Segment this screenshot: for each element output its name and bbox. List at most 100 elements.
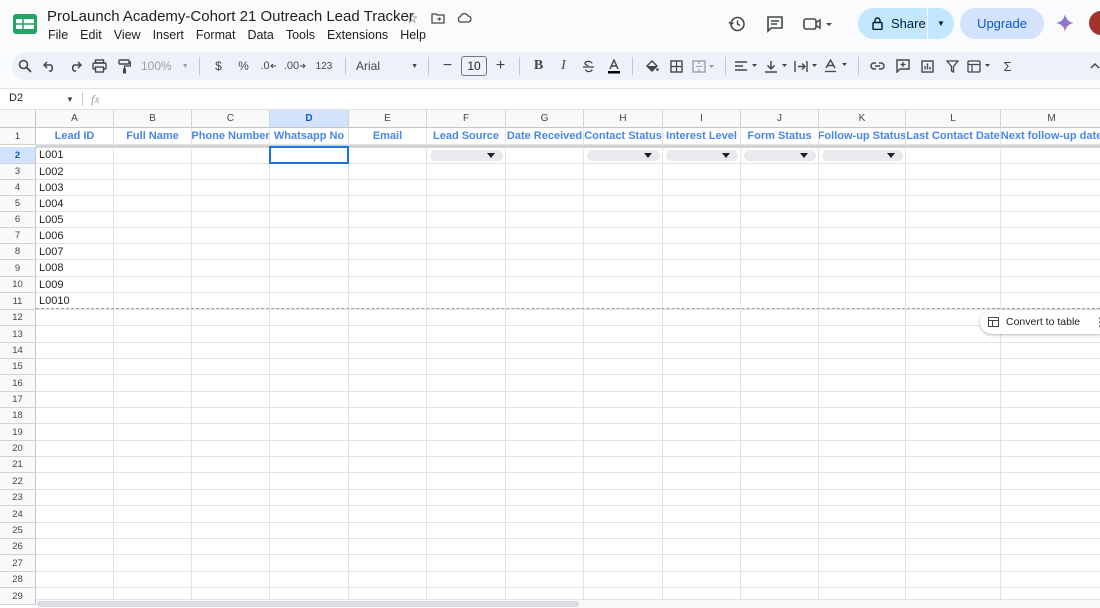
cell-g4[interactable] [506,180,584,196]
cell-j24[interactable] [741,506,819,523]
cell-k7[interactable] [819,228,906,244]
menu-tools[interactable]: Tools [286,28,324,42]
cell-k5[interactable] [819,196,906,212]
header-cell-e[interactable]: Email [349,128,427,145]
cell-g19[interactable] [506,424,584,441]
cell-k20[interactable] [819,441,906,457]
document-title[interactable]: ProLaunch Academy-Cohort 21 Outreach Lea… [47,8,414,25]
row-header-9[interactable]: 9 [0,260,36,277]
lead-id-cell[interactable]: L006 [36,228,114,244]
row-header-27[interactable]: 27 [0,555,36,572]
cell-l9[interactable] [906,260,1001,277]
cell-h28[interactable] [584,572,663,588]
cell-l7[interactable] [906,228,1001,244]
name-box[interactable]: D2 [9,92,23,104]
cell-b14[interactable] [114,343,192,359]
cell-l2[interactable] [906,147,1001,164]
column-header-b[interactable]: B [114,110,192,128]
cell-l17[interactable] [906,392,1001,408]
menu-extensions[interactable]: Extensions [327,28,397,42]
cell-g13[interactable] [506,326,584,343]
header-cell-f[interactable]: Lead Source [427,128,506,145]
cell-j9[interactable] [741,260,819,277]
header-cell-d[interactable]: Whatsapp No [270,128,349,145]
cell-l3[interactable] [906,164,1001,180]
cell-c12[interactable] [192,310,270,326]
cell-e28[interactable] [349,572,427,588]
cell-b3[interactable] [114,164,192,180]
cell-c4[interactable] [192,180,270,196]
header-cell-g[interactable]: Date Received [506,128,584,145]
avatar[interactable] [1089,11,1100,35]
cell-h13[interactable] [584,326,663,343]
format-currency-button[interactable]: $ [206,54,231,78]
column-header-c[interactable]: C [192,110,270,128]
cell-m23[interactable] [1001,490,1100,506]
cell-b7[interactable] [114,228,192,244]
cell-a21[interactable] [36,457,114,473]
cell-g5[interactable] [506,196,584,212]
row-header-8[interactable]: 8 [0,244,36,260]
cell-e19[interactable] [349,424,427,441]
cell-m7[interactable] [1001,228,1100,244]
cell-e3[interactable] [349,164,427,180]
cell-h10[interactable] [584,277,663,293]
cell-m19[interactable] [1001,424,1100,441]
header-cell-k[interactable]: Follow-up Status [819,128,906,145]
cell-f15[interactable] [427,359,506,375]
cell-l5[interactable] [906,196,1001,212]
cell-g22[interactable] [506,473,584,490]
cell-i26[interactable] [663,539,741,555]
cell-k28[interactable] [819,572,906,588]
cell-b18[interactable] [114,408,192,424]
increase-decimal-button[interactable]: .00 [281,54,309,78]
cell-g14[interactable] [506,343,584,359]
cell-e12[interactable] [349,310,427,326]
cell-h18[interactable] [584,408,663,424]
cell-c8[interactable] [192,244,270,260]
cell-c3[interactable] [192,164,270,180]
cell-j17[interactable] [741,392,819,408]
text-color-icon[interactable] [601,54,626,78]
cell-i22[interactable] [663,473,741,490]
italic-button[interactable]: I [551,54,576,78]
cell-j5[interactable] [741,196,819,212]
cell-b27[interactable] [114,555,192,572]
menu-edit[interactable]: Edit [80,28,111,42]
cell-c9[interactable] [192,260,270,277]
undo-icon[interactable] [37,54,62,78]
cell-i28[interactable] [663,572,741,588]
cell-c21[interactable] [192,457,270,473]
functions-button[interactable]: Σ [995,54,1020,78]
cell-e8[interactable] [349,244,427,260]
cell-k25[interactable] [819,523,906,539]
cell-k24[interactable] [819,506,906,523]
cell-a15[interactable] [36,359,114,375]
cell-d15[interactable] [270,359,349,375]
cell-a16[interactable] [36,375,114,392]
increase-font-size-icon[interactable]: + [488,54,513,78]
cell-e26[interactable] [349,539,427,555]
cell-l4[interactable] [906,180,1001,196]
row-header-28[interactable]: 28 [0,572,36,588]
cell-b6[interactable] [114,212,192,228]
cell-h16[interactable] [584,375,663,392]
cell-h3[interactable] [584,164,663,180]
cell-h20[interactable] [584,441,663,457]
menu-format[interactable]: Format [196,28,245,42]
cell-g23[interactable] [506,490,584,506]
cell-j15[interactable] [741,359,819,375]
cell-g3[interactable] [506,164,584,180]
merge-cells-icon[interactable] [689,54,719,78]
cell-d9[interactable] [270,260,349,277]
cell-l26[interactable] [906,539,1001,555]
cell-h26[interactable] [584,539,663,555]
cell-c16[interactable] [192,375,270,392]
cell-h17[interactable] [584,392,663,408]
fill-color-icon[interactable] [639,54,664,78]
cell-c19[interactable] [192,424,270,441]
text-wrapping-icon[interactable] [792,54,822,78]
cell-m25[interactable] [1001,523,1100,539]
cell-k6[interactable] [819,212,906,228]
cell-j12[interactable] [741,310,819,326]
